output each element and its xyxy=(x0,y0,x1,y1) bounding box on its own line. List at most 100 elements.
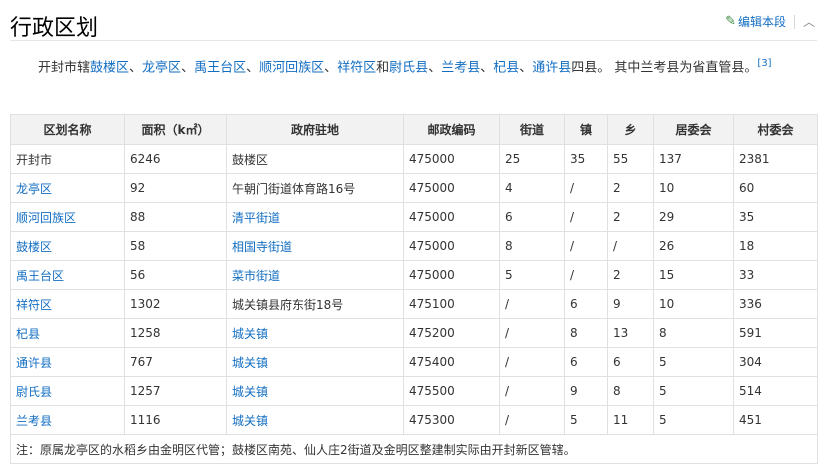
cell-postal: 475000 xyxy=(403,202,500,232)
separator: 、 xyxy=(129,60,143,76)
cell-towns: 5 xyxy=(564,405,608,435)
cell-seat[interactable]: 城关镇 xyxy=(226,405,404,435)
table-row: 杞县 1258 城关镇 475200/8 13 8 591 xyxy=(10,318,818,348)
cell-seat: 城关镇县府东街18号 xyxy=(226,289,404,319)
cell-name[interactable]: 兰考县 xyxy=(10,405,125,435)
cell-townships: 2 xyxy=(607,202,654,232)
cell-name[interactable]: 尉氏县 xyxy=(10,376,125,406)
cell-residents: 5 xyxy=(653,376,734,406)
title-divider xyxy=(10,40,817,41)
cell-name[interactable]: 鼓楼区 xyxy=(10,231,125,261)
edit-section: ✎ 编辑本段 ︿ xyxy=(725,13,815,30)
link-lankao[interactable]: 兰考县 xyxy=(441,60,480,75)
divider xyxy=(793,14,795,29)
chevron-up-icon[interactable]: ︿ xyxy=(803,13,815,30)
cell-residents: 29 xyxy=(653,202,734,232)
cell-area: 1116 xyxy=(124,405,227,435)
cell-villages: 451 xyxy=(733,405,818,435)
link-weishi[interactable]: 尉氏县 xyxy=(389,60,428,75)
cell-name[interactable]: 龙亭区 xyxy=(10,173,125,203)
header-name: 区划名称 xyxy=(10,114,125,145)
cell-towns: / xyxy=(564,173,608,203)
cell-towns: 8 xyxy=(564,318,608,348)
cell-towns: 6 xyxy=(564,347,608,377)
table-row: 龙亭区 92 午朝门街道体育路16号 475000 4/2 10 60 xyxy=(10,173,818,203)
cell-area: 56 xyxy=(124,260,227,290)
header-postal: 邮政编码 xyxy=(403,114,500,145)
cell-seat[interactable]: 菜市街道 xyxy=(226,260,404,290)
table-row: 鼓楼区 58 相国寺街道 475000 8//26 18 xyxy=(10,231,818,261)
header-villages: 村委会 xyxy=(733,114,818,145)
header-residents: 居委会 xyxy=(653,114,734,145)
cell-streets: 6 xyxy=(499,202,565,232)
cell-seat[interactable]: 城关镇 xyxy=(226,318,404,348)
cell-area: 58 xyxy=(124,231,227,261)
cell-townships: 11 xyxy=(607,405,654,435)
table-row: 祥符区 1302 城关镇县府东街18号 475100/6 9 10 336 xyxy=(10,289,818,319)
cell-name[interactable]: 禹王台区 xyxy=(10,260,125,290)
link-shunhe[interactable]: 顺河回族区 xyxy=(259,60,324,75)
cell-towns: 35 xyxy=(564,144,608,174)
cell-townships: / xyxy=(607,231,654,261)
link-yuwangtai[interactable]: 禹王台区 xyxy=(194,60,246,75)
cell-seat[interactable]: 城关镇 xyxy=(226,376,404,406)
table-note-row: 注：原属龙亭区的水稻乡由金明区代管；鼓楼区南苑、仙人庄2街道及金明区整建制实际由… xyxy=(10,434,818,464)
cell-area: 88 xyxy=(124,202,227,232)
separator: 、 xyxy=(428,60,442,76)
cell-residents: 15 xyxy=(653,260,734,290)
link-xiangfu[interactable]: 祥符区 xyxy=(337,60,376,75)
cell-postal: 475300 xyxy=(403,405,500,435)
cell-area: 1258 xyxy=(124,318,227,348)
table-row: 开封市 6246 鼓楼区 475000 25 35 55 137 2381 xyxy=(10,144,818,174)
header-streets: 街道 xyxy=(499,114,565,145)
cell-townships: 6 xyxy=(607,347,654,377)
cell-villages: 60 xyxy=(733,173,818,203)
reference-link[interactable]: [3] xyxy=(757,58,771,69)
cell-seat: 午朝门街道体育路16号 xyxy=(226,173,404,203)
cell-area: 767 xyxy=(124,347,227,377)
separator: 、 xyxy=(324,60,338,76)
cell-postal: 475000 xyxy=(403,231,500,261)
cell-villages: 514 xyxy=(733,376,818,406)
pencil-icon[interactable]: ✎ xyxy=(725,14,736,29)
cell-streets: 4 xyxy=(499,173,565,203)
link-longting[interactable]: 龙亭区 xyxy=(142,60,181,75)
cell-name[interactable]: 顺河回族区 xyxy=(10,202,125,232)
cell-seat[interactable]: 相国寺街道 xyxy=(226,231,404,261)
cell-residents: 26 xyxy=(653,231,734,261)
cell-villages: 33 xyxy=(733,260,818,290)
table-note: 注：原属龙亭区的水稻乡由金明区代管；鼓楼区南苑、仙人庄2街道及金明区整建制实际由… xyxy=(10,434,818,464)
cell-name[interactable]: 杞县 xyxy=(10,318,125,348)
cell-name[interactable]: 通许县 xyxy=(10,347,125,377)
cell-villages: 336 xyxy=(733,289,818,319)
cell-name[interactable]: 祥符区 xyxy=(10,289,125,319)
cell-postal: 475500 xyxy=(403,376,500,406)
link-tongxu[interactable]: 通许县 xyxy=(532,60,571,75)
cell-postal: 475000 xyxy=(403,173,500,203)
link-gulou[interactable]: 鼓楼区 xyxy=(90,60,129,75)
table-row: 兰考县 1116 城关镇 475300/5 11 5 451 xyxy=(10,405,818,435)
cell-area: 1302 xyxy=(124,289,227,319)
cell-townships: 2 xyxy=(607,260,654,290)
cell-postal: 475000 xyxy=(403,260,500,290)
cell-towns: 9 xyxy=(564,376,608,406)
cell-streets: / xyxy=(499,347,565,377)
cell-residents: 10 xyxy=(653,173,734,203)
cell-seat[interactable]: 清平街道 xyxy=(226,202,404,232)
cell-seat[interactable]: 城关镇 xyxy=(226,347,404,377)
link-qixian[interactable]: 杞县 xyxy=(493,60,519,75)
cell-towns: / xyxy=(564,260,608,290)
cell-residents: 8 xyxy=(653,318,734,348)
cell-area: 6246 xyxy=(124,144,227,174)
cell-postal: 475400 xyxy=(403,347,500,377)
edit-section-link[interactable]: 编辑本段 xyxy=(738,13,786,30)
conjunction: 和 xyxy=(376,60,390,76)
cell-postal: 475000 xyxy=(403,144,500,174)
cell-towns: / xyxy=(564,202,608,232)
cell-residents: 137 xyxy=(653,144,734,174)
table-row: 通许县 767 城关镇 475400/6 6 5 304 xyxy=(10,347,818,377)
cell-postal: 475100 xyxy=(403,289,500,319)
cell-townships: 9 xyxy=(607,289,654,319)
cell-streets: 8 xyxy=(499,231,565,261)
cell-streets: / xyxy=(499,289,565,319)
